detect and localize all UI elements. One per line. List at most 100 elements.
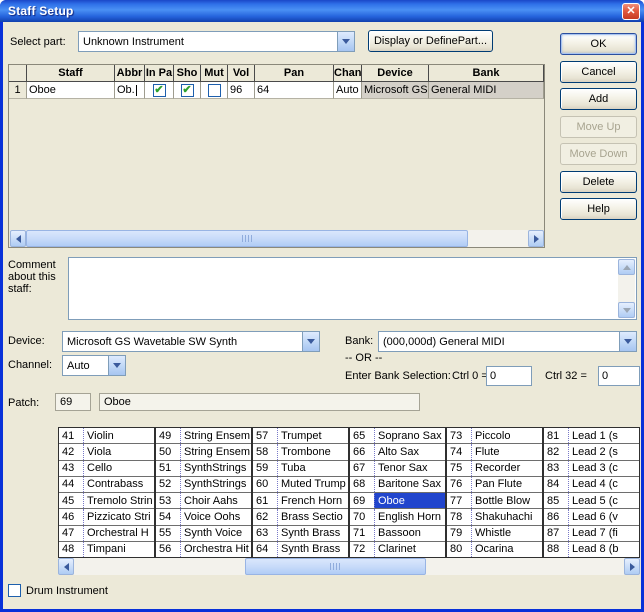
bank-dropdown-button[interactable] [619, 332, 636, 351]
patch-cell[interactable]: 84Lead 4 (c [544, 477, 639, 493]
patch-cell[interactable]: 50String Ensem [156, 444, 251, 460]
patch-name: Voice Oohs [180, 509, 251, 524]
patch-cell[interactable]: 57Trumpet [253, 428, 348, 444]
close-button[interactable]: ✕ [622, 3, 640, 20]
patch-cell[interactable]: 70English Horn [350, 509, 445, 525]
patch-cell[interactable]: 56Orchestra Hit [156, 542, 251, 557]
staff-name-cell[interactable]: Oboe [27, 82, 115, 99]
patch-cell[interactable]: 54Voice Oohs [156, 509, 251, 525]
select-part-combobox[interactable]: Unknown Instrument [78, 31, 355, 52]
patch-cell[interactable]: 68Baritone Sax [350, 477, 445, 493]
mute-checkbox[interactable]: ✔ [208, 84, 221, 97]
patch-cell[interactable]: 51SynthStrings [156, 461, 251, 477]
scroll-left-button[interactable] [58, 558, 74, 575]
patch-cell[interactable]: 42Viola [59, 444, 154, 460]
chan-cell[interactable]: Auto [334, 82, 362, 99]
patch-cell[interactable]: 76Pan Flute [447, 477, 542, 493]
patch-cell[interactable]: 64Synth Brass [253, 542, 348, 557]
scroll-left-button[interactable] [10, 230, 26, 247]
channel-dropdown-button[interactable] [108, 356, 125, 375]
delete-button[interactable]: Delete [560, 171, 637, 193]
ctrl32-input[interactable] [598, 366, 640, 386]
patch-cell[interactable]: 71Bassoon [350, 526, 445, 542]
scroll-up-button[interactable] [618, 259, 635, 275]
show-checkbox[interactable]: ✔ [181, 84, 194, 97]
inpart-checkbox[interactable]: ✔ [153, 84, 166, 97]
patch-cell[interactable]: 62Brass Sectio [253, 509, 348, 525]
scroll-down-button[interactable] [618, 302, 635, 318]
patch-grid-hscrollbar[interactable] [58, 558, 640, 575]
help-button[interactable]: Help [560, 198, 637, 220]
patch-cell[interactable]: 72Clarinet [350, 542, 445, 557]
ok-button[interactable]: OK [560, 33, 637, 55]
patch-cell[interactable]: 66Alto Sax [350, 444, 445, 460]
patch-cell[interactable]: 79Whistle [447, 526, 542, 542]
patch-cell[interactable]: 49String Ensem [156, 428, 251, 444]
cancel-button[interactable]: Cancel [560, 61, 637, 83]
comment-vscrollbar[interactable] [618, 259, 635, 318]
patch-cell[interactable]: 45Tremolo Strin [59, 493, 154, 509]
scroll-right-button[interactable] [528, 230, 544, 247]
patch-cell[interactable]: 47Orchestral H [59, 526, 154, 542]
patch-name: Synth Brass [277, 542, 348, 557]
add-button[interactable]: Add [560, 88, 637, 110]
patch-cell[interactable]: 83Lead 3 (c [544, 461, 639, 477]
pan-cell[interactable]: 64 [255, 82, 334, 99]
patch-cell[interactable]: 63Synth Brass [253, 526, 348, 542]
patch-cell[interactable]: 77Bottle Blow [447, 493, 542, 509]
patch-cell[interactable]: 67Tenor Sax [350, 461, 445, 477]
select-part-dropdown-button[interactable] [337, 32, 354, 51]
patch-cell[interactable]: 60Muted Trump [253, 477, 348, 493]
patch-cell[interactable]: 48Timpani [59, 542, 154, 557]
patch-cell[interactable]: 82Lead 2 (s [544, 444, 639, 460]
device-dropdown-button[interactable] [302, 332, 319, 351]
patch-cell[interactable]: 55Synth Voice [156, 526, 251, 542]
bank-combobox[interactable]: (000,000d) General MIDI [378, 331, 637, 352]
patch-cell[interactable]: 59Tuba [253, 461, 348, 477]
scroll-thumb[interactable] [245, 558, 427, 575]
scroll-right-button[interactable] [624, 558, 640, 575]
channel-combobox[interactable]: Auto [62, 355, 126, 376]
patch-cell[interactable]: 85Lead 5 (c [544, 493, 639, 509]
patch-cell[interactable]: 87Lead 7 (fi [544, 526, 639, 542]
patch-name: Tenor Sax [374, 461, 445, 476]
staff-table-hscrollbar[interactable] [10, 230, 544, 247]
patch-cell[interactable]: 75Recorder [447, 461, 542, 477]
patch-cell[interactable]: 53Choir Aahs [156, 493, 251, 509]
patch-cell[interactable]: 81Lead 1 (s [544, 428, 639, 444]
patch-cell[interactable]: 86Lead 6 (v [544, 509, 639, 525]
titlebar[interactable]: Staff Setup ✕ [0, 0, 644, 22]
patch-cell[interactable]: 65Soprano Sax [350, 428, 445, 444]
patch-cell[interactable]: 41Violin [59, 428, 154, 444]
drum-label: Drum Instrument [26, 585, 108, 597]
patch-cell[interactable]: 73Piccolo [447, 428, 542, 444]
patch-cell[interactable]: 80Ocarina [447, 542, 542, 557]
drum-checkbox[interactable]: ✔ [8, 584, 21, 597]
patch-cell[interactable]: 88Lead 8 (b [544, 542, 639, 557]
patch-cell[interactable]: 43Cello [59, 461, 154, 477]
device-combobox[interactable]: Microsoft GS Wavetable SW Synth [62, 331, 320, 352]
ctrl0-input[interactable] [486, 366, 532, 386]
staff-setup-dialog: Staff Setup ✕ Select part: Unknown Instr… [0, 0, 644, 612]
row-number-cell[interactable]: 1 [9, 82, 27, 99]
abbr-value: Ob. [117, 84, 135, 96]
vol-cell[interactable]: 96 [228, 82, 255, 99]
display-definepart-button[interactable]: Display or DefinePart... [368, 30, 493, 52]
scroll-track[interactable] [26, 230, 528, 247]
patch-cell[interactable]: 61French Horn [253, 493, 348, 509]
patch-cell[interactable]: 78Shakuhachi [447, 509, 542, 525]
patch-cell[interactable]: 46Pizzicato Stri [59, 509, 154, 525]
patch-cell[interactable]: 74Flute [447, 444, 542, 460]
scroll-track[interactable] [74, 558, 624, 575]
patch-cell[interactable]: 69Oboe [350, 493, 445, 509]
patch-name: SynthStrings [180, 461, 251, 476]
patch-cell[interactable]: 52SynthStrings [156, 477, 251, 493]
patch-cell[interactable]: 58Trombone [253, 444, 348, 460]
abbr-cell[interactable]: Ob. [115, 82, 145, 99]
patch-cell[interactable]: 44Contrabass [59, 477, 154, 493]
patch-name: String Ensem [180, 444, 251, 459]
comment-textarea[interactable] [68, 257, 637, 320]
scroll-thumb[interactable] [26, 230, 468, 247]
patch-name: Whistle [471, 526, 542, 541]
patch-number: 81 [544, 428, 568, 443]
